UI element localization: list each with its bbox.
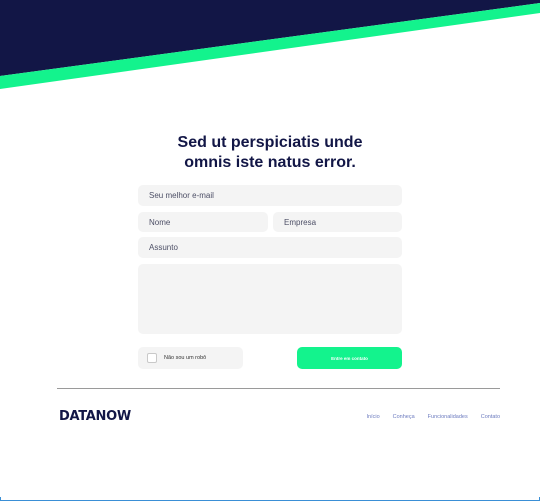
email-field[interactable]: [138, 185, 402, 206]
page-title: Sed ut perspiciatis unde omnis iste natu…: [0, 133, 540, 173]
subject-field[interactable]: [138, 237, 402, 258]
captcha-checkbox[interactable]: [147, 353, 157, 363]
header-navy-shape: [0, 0, 540, 76]
company-field[interactable]: [273, 212, 402, 232]
name-field[interactable]: [138, 212, 268, 232]
page-frame-border: [0, 497, 540, 501]
footer-nav: Início Conheça Funcionalidades Contato: [366, 414, 500, 420]
footer-link-contato[interactable]: Contato: [481, 414, 500, 420]
footer-link-inicio[interactable]: Início: [366, 414, 379, 420]
page-title-line-2: omnis iste natus error.: [184, 154, 356, 171]
footer-link-conheca[interactable]: Conheça: [393, 414, 415, 420]
submit-button[interactable]: Entre em contato: [297, 347, 402, 369]
message-field[interactable]: [138, 264, 402, 334]
captcha-label: Não sou um robô: [164, 355, 207, 361]
page-title-line-1: Sed ut perspiciatis unde: [177, 134, 363, 151]
footer-divider: [57, 388, 500, 389]
footer-logo: DATANOW: [59, 409, 131, 424]
header-banner: [0, 0, 540, 89]
captcha-widget[interactable]: Não sou um robô: [138, 347, 243, 369]
footer-link-funcionalidades[interactable]: Funcionalidades: [428, 414, 468, 420]
